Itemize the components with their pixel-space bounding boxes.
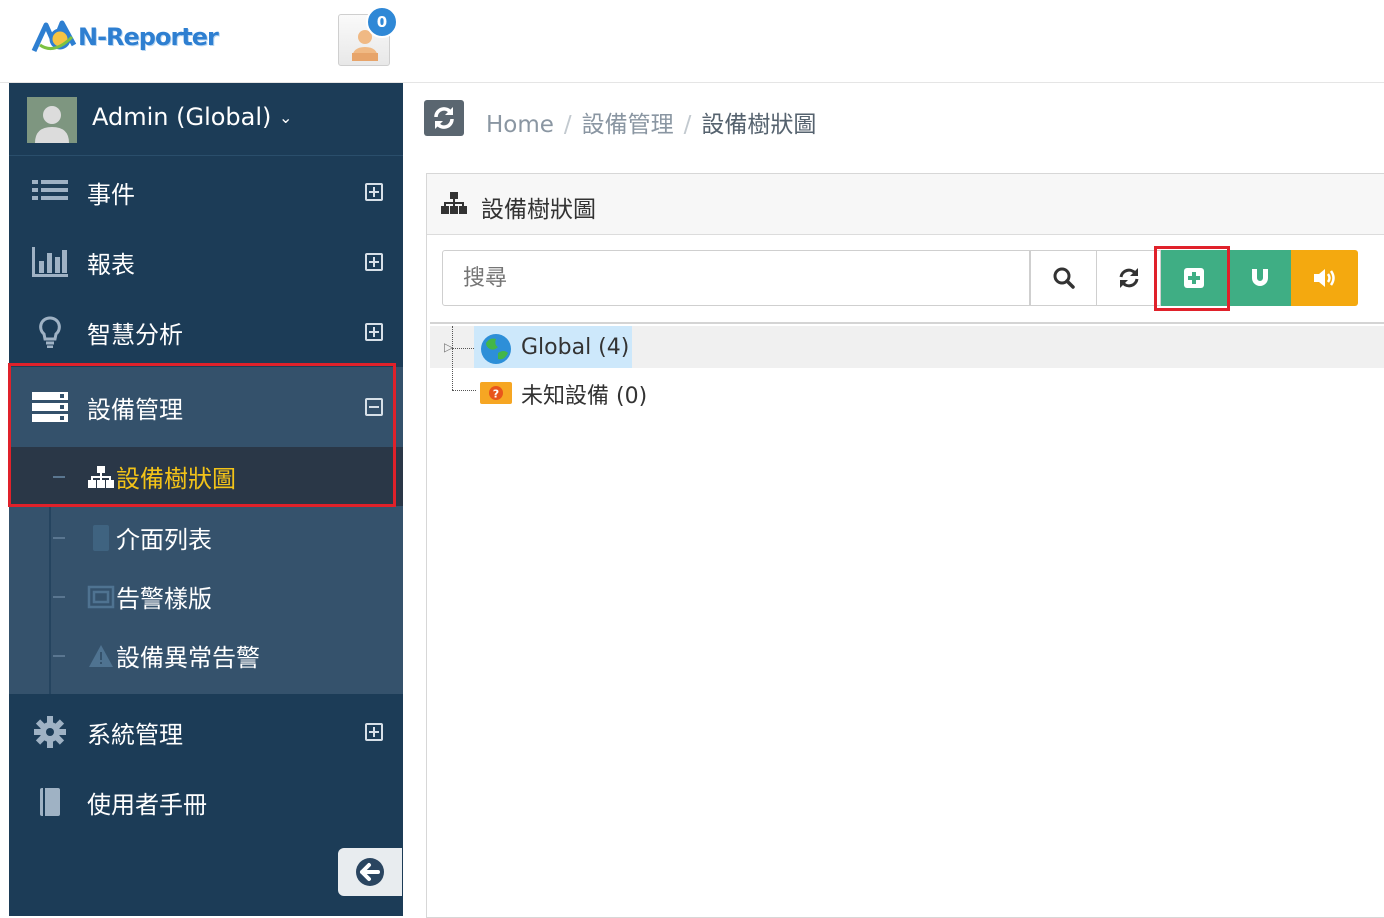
- avatar: [27, 97, 77, 143]
- device-tree: [430, 322, 1384, 918]
- collapse-icon[interactable]: [365, 398, 383, 416]
- sidebar-item-label: 智慧分析: [87, 320, 183, 349]
- expand-icon[interactable]: [365, 183, 383, 201]
- sidebar-item-label: 使用者手冊: [87, 790, 207, 819]
- expand-icon[interactable]: [365, 323, 383, 341]
- chevron-down-icon: ⌄: [279, 108, 293, 127]
- lightbulb-icon: [31, 315, 69, 349]
- logo-icon: [31, 20, 77, 53]
- sidebar-item-device-management[interactable]: 設備管理: [9, 367, 403, 447]
- user-name: Admin (Global) ⌄: [92, 103, 293, 131]
- sidebar-item-user-manual[interactable]: 使用者手冊: [9, 767, 403, 837]
- refresh-icon: [1119, 268, 1138, 288]
- sidebar-item-label: 設備管理: [87, 395, 183, 424]
- sidebar-item-label: 事件: [87, 180, 135, 209]
- submenu-device-management: 設備樹狀圖 介面列表 告警樣版 設備異常告警: [9, 447, 403, 694]
- interface-icon: [87, 524, 115, 552]
- magnet-icon: [1251, 269, 1268, 286]
- panel-header: 設備樹狀圖: [427, 174, 1384, 235]
- warning-icon: [87, 642, 115, 670]
- sidebar-item-label: 系統管理: [87, 720, 183, 749]
- sidebar-subitem-label: 設備樹狀圖: [116, 465, 236, 493]
- magnet-button[interactable]: [1227, 250, 1291, 306]
- expand-icon[interactable]: [365, 253, 383, 271]
- svg-text:?: ?: [493, 388, 499, 401]
- volume-icon: [1313, 269, 1335, 287]
- sitemap-icon: [87, 463, 115, 491]
- arrow-left-circle-icon: [356, 858, 384, 886]
- search-icon: [1053, 267, 1075, 289]
- globe-icon: [481, 334, 511, 364]
- sidebar: Admin (Global) ⌄ 事件 報表 智慧分析 設備管理 設備樹狀圖 介…: [9, 83, 403, 916]
- logo-text: N-Reporter: [78, 23, 219, 51]
- sidebar-subitem-interface-list[interactable]: 介面列表: [9, 508, 403, 567]
- sidebar-subitem-label: 告警樣版: [116, 585, 212, 613]
- top-bar: N-Reporter 0: [0, 0, 1384, 83]
- sidebar-subitem-label: 設備異常告警: [116, 644, 260, 672]
- unknown-device-icon: ?: [480, 382, 512, 404]
- sound-button[interactable]: [1291, 250, 1358, 306]
- tree-node-label[interactable]: 未知設備 (0): [521, 378, 647, 410]
- list-icon: [31, 175, 69, 209]
- gear-icon: [31, 715, 69, 749]
- breadcrumb-home[interactable]: Home: [486, 112, 554, 138]
- tree-refresh-button[interactable]: [1097, 250, 1161, 306]
- breadcrumb-device-management[interactable]: 設備管理: [582, 112, 674, 138]
- sidebar-item-system-management[interactable]: 系統管理: [9, 697, 403, 767]
- expand-icon[interactable]: [365, 723, 383, 741]
- sidebar-item-events[interactable]: 事件: [9, 157, 403, 227]
- sidebar-subitem-label: 介面列表: [116, 526, 212, 554]
- notification-badge[interactable]: 0: [366, 6, 398, 38]
- add-device-button[interactable]: [1161, 250, 1227, 306]
- tree-expand-toggle[interactable]: ▷: [444, 340, 453, 354]
- search-button[interactable]: [1030, 250, 1097, 306]
- plus-square-icon: [1184, 268, 1204, 288]
- sidebar-item-smart-analysis[interactable]: 智慧分析: [9, 297, 403, 367]
- page-refresh-button[interactable]: [424, 100, 464, 136]
- sidebar-item-reports[interactable]: 報表: [9, 227, 403, 297]
- sidebar-user-row[interactable]: Admin (Global) ⌄: [9, 83, 403, 156]
- refresh-icon: [434, 107, 454, 129]
- sidebar-item-label: 報表: [87, 250, 135, 279]
- sidebar-subitem-alert-template[interactable]: 告警樣版: [9, 567, 403, 626]
- logo[interactable]: N-Reporter: [28, 14, 219, 60]
- sidebar-subitem-device-alarm[interactable]: 設備異常告警: [9, 626, 403, 685]
- tree-node-label[interactable]: Global (4): [521, 335, 629, 360]
- sidebar-subitem-device-tree[interactable]: 設備樹狀圖: [9, 447, 403, 506]
- search-input[interactable]: [442, 250, 1030, 306]
- server-icon: [31, 390, 69, 424]
- sidebar-collapse-button[interactable]: [338, 848, 402, 896]
- breadcrumb: Home / 設備管理 / 設備樹狀圖: [486, 112, 817, 138]
- sitemap-icon: [441, 192, 467, 218]
- bar-chart-icon: [31, 245, 69, 279]
- panel-title: 設備樹狀圖: [481, 197, 596, 223]
- book-icon: [31, 785, 69, 819]
- template-icon: [87, 583, 115, 611]
- breadcrumb-current: 設備樹狀圖: [701, 112, 817, 138]
